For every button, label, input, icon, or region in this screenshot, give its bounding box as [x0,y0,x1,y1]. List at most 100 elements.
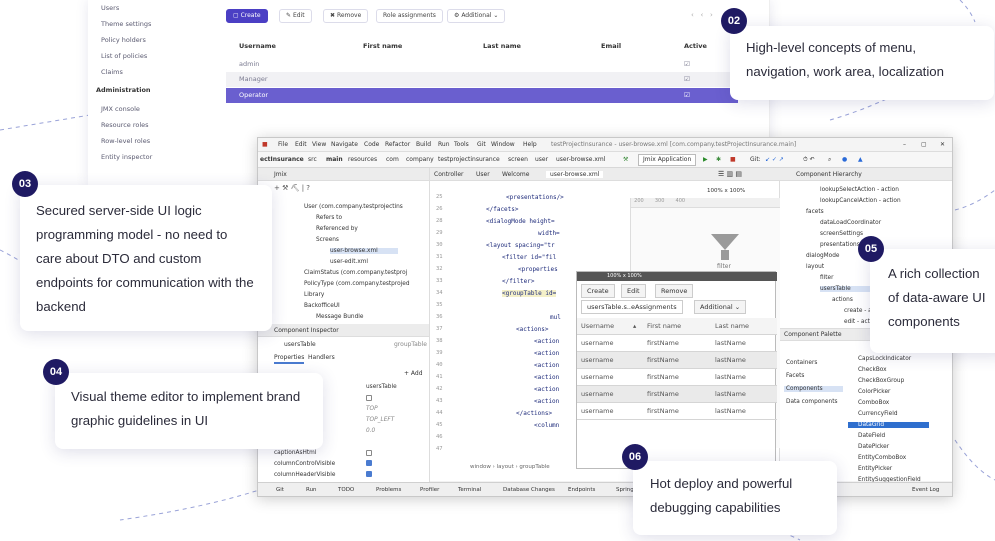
crumb[interactable]: com [386,156,399,163]
pagination-arrows[interactable]: ‹ ‹ › [691,11,713,19]
stop-icon[interactable]: ■ [730,156,736,163]
palette-item[interactable]: DatePicker [858,444,889,450]
tree-item-referenced-by[interactable]: Referenced by [316,226,358,232]
col-first-name[interactable]: First name [363,39,402,54]
tab-handlers[interactable]: Handlers [308,354,335,361]
prop-value[interactable]: usersTable [366,384,397,390]
palette-category[interactable]: Containers [786,360,817,366]
tree-item-screens[interactable]: Screens [316,237,339,243]
palette-category[interactable]: Facets [786,373,804,379]
status-db-changes[interactable]: Database Changes [503,487,555,493]
sidebar-item-theme-settings[interactable]: Theme settings [101,20,151,28]
menu-navigate[interactable]: Navigate [331,141,358,148]
palette-item[interactable]: EntityComboBox [858,455,906,461]
palette-item[interactable]: CapsLockIndicator [858,356,911,362]
tree-item-refers-to[interactable]: Refers to [316,215,342,221]
palette-item[interactable]: ColorPicker [858,389,890,395]
palette-item[interactable]: ComboBox [858,400,889,406]
tab-user[interactable]: User [476,171,490,178]
remove-button[interactable]: ✖ Remove [323,9,369,23]
sidebar-item-policy-holders[interactable]: Policy holders [101,36,146,44]
status-profiler[interactable]: Profiler [420,487,439,493]
palette-item[interactable]: CheckBox [858,367,887,373]
preview-role-dropdown[interactable]: usersTable.s..eAssignments [581,300,683,314]
role-assignments-button[interactable]: Role assignments [376,9,443,23]
table-row[interactable]: admin ☑ [226,57,738,72]
preview-additional[interactable]: Additional ⌄ [694,300,747,314]
preview-create-button[interactable]: Create [581,284,615,298]
pane-toolbar-icons[interactable]: + ⚒ ⛏ | ? [274,184,310,192]
status-event-log[interactable]: Event Log [912,487,939,493]
table-row[interactable]: username firstName lastName [577,352,777,369]
hierarchy-item[interactable]: facets [806,209,824,215]
hierarchy-item[interactable]: filter [820,275,834,281]
hammer-icon[interactable]: ⚒ [623,156,628,163]
palette-item[interactable]: DateField [858,433,885,439]
crumb[interactable]: main [326,156,343,163]
menu-refactor[interactable]: Refactor [385,141,410,148]
tab-user-browse[interactable]: user-browse.xml [546,171,604,178]
col-email[interactable]: Email [601,39,621,54]
palette-category[interactable]: Data components [786,399,838,405]
tree-item-user-browse[interactable]: user-browse.xml [330,248,398,254]
hierarchy-item[interactable]: layout [806,264,824,270]
tab-controller[interactable]: Controller [434,171,464,178]
tab-properties[interactable]: Properties [274,354,305,364]
preview-edit-button[interactable]: Edit [621,284,646,298]
sidebar-item-claims[interactable]: Claims [101,68,123,76]
table-row[interactable]: username firstName lastName [577,386,777,403]
crumb[interactable]: src [308,156,317,163]
sidebar-item-row-level-roles[interactable]: Row-level roles [101,137,150,145]
menu-code[interactable]: Code [364,141,379,148]
palette-category-selected[interactable]: Components [784,386,843,392]
hierarchy-item[interactable]: lookupSelectAction - action [820,187,899,193]
history-icon[interactable]: ⏱ ↶ [803,156,815,164]
tree-item-policy-type[interactable]: PolicyType (com.company.testprojed [304,281,410,287]
create-button[interactable]: ▢ Create [226,9,268,23]
hierarchy-item[interactable]: actions [832,297,853,303]
table-row[interactable]: username firstName lastName [577,335,777,352]
prop-checkbox-checked[interactable] [366,460,372,468]
menu-view[interactable]: View [312,141,326,148]
col-last-name[interactable]: Last name [483,39,521,54]
sidebar-item-users[interactable]: Users [101,4,119,12]
menu-edit[interactable]: Edit [295,141,307,148]
debug-icon[interactable]: ✱ [716,156,721,163]
close-icon[interactable]: ✕ [940,141,945,148]
status-terminal[interactable]: Terminal [458,487,481,493]
menu-run[interactable]: Run [438,141,450,148]
menu-file[interactable]: File [278,141,288,148]
zoom-select[interactable]: 100% x 100% [707,188,745,194]
status-endpoints[interactable]: Endpoints [568,487,595,493]
tree-item-user[interactable]: User (com.company.testprojectins [304,204,403,210]
edit-button[interactable]: ✎ Edit [279,9,312,23]
hierarchy-item[interactable]: screenSettings [820,231,863,237]
col-username[interactable]: Username [581,318,614,334]
tree-item-backoffice-ui[interactable]: BackofficeUI [304,303,340,309]
palette-item[interactable]: EntityPicker [858,466,892,472]
palette-item[interactable]: CheckBoxGroup [858,378,904,384]
prop-checkbox[interactable] [366,395,372,403]
table-row[interactable]: username firstName lastName [577,369,777,386]
preview-remove-button[interactable]: Remove [655,284,694,298]
status-git[interactable]: Git [276,487,284,493]
run-icon[interactable]: ▶ [703,156,708,163]
menu-git[interactable]: Git [477,141,486,148]
col-last-name[interactable]: Last name [715,318,749,334]
status-todo[interactable]: TODO [338,487,354,493]
prop-value[interactable]: TOP_LEFT [366,417,394,423]
crumb[interactable]: ectInsurance [260,156,304,163]
prop-value[interactable]: TOP [366,406,378,412]
hierarchy-item[interactable]: lookupCancelAction - action [820,198,901,204]
hierarchy-item[interactable]: dialogMode [806,253,839,259]
col-username[interactable]: Username [239,39,276,54]
col-active[interactable]: Active [684,39,707,54]
maximize-icon[interactable]: ▢ [921,141,927,148]
status-spring[interactable]: Spring [616,487,634,493]
crumb[interactable]: testprojectinsurance [438,156,500,163]
tab-welcome[interactable]: Welcome [502,171,529,178]
layout-toggle-icons[interactable]: ☰ ▥ ▤ [718,170,742,178]
prop-value[interactable]: 0.0 [366,428,375,434]
palette-item[interactable]: CurrencyField [858,411,898,417]
search-icon[interactable]: ⌕ [828,156,831,164]
